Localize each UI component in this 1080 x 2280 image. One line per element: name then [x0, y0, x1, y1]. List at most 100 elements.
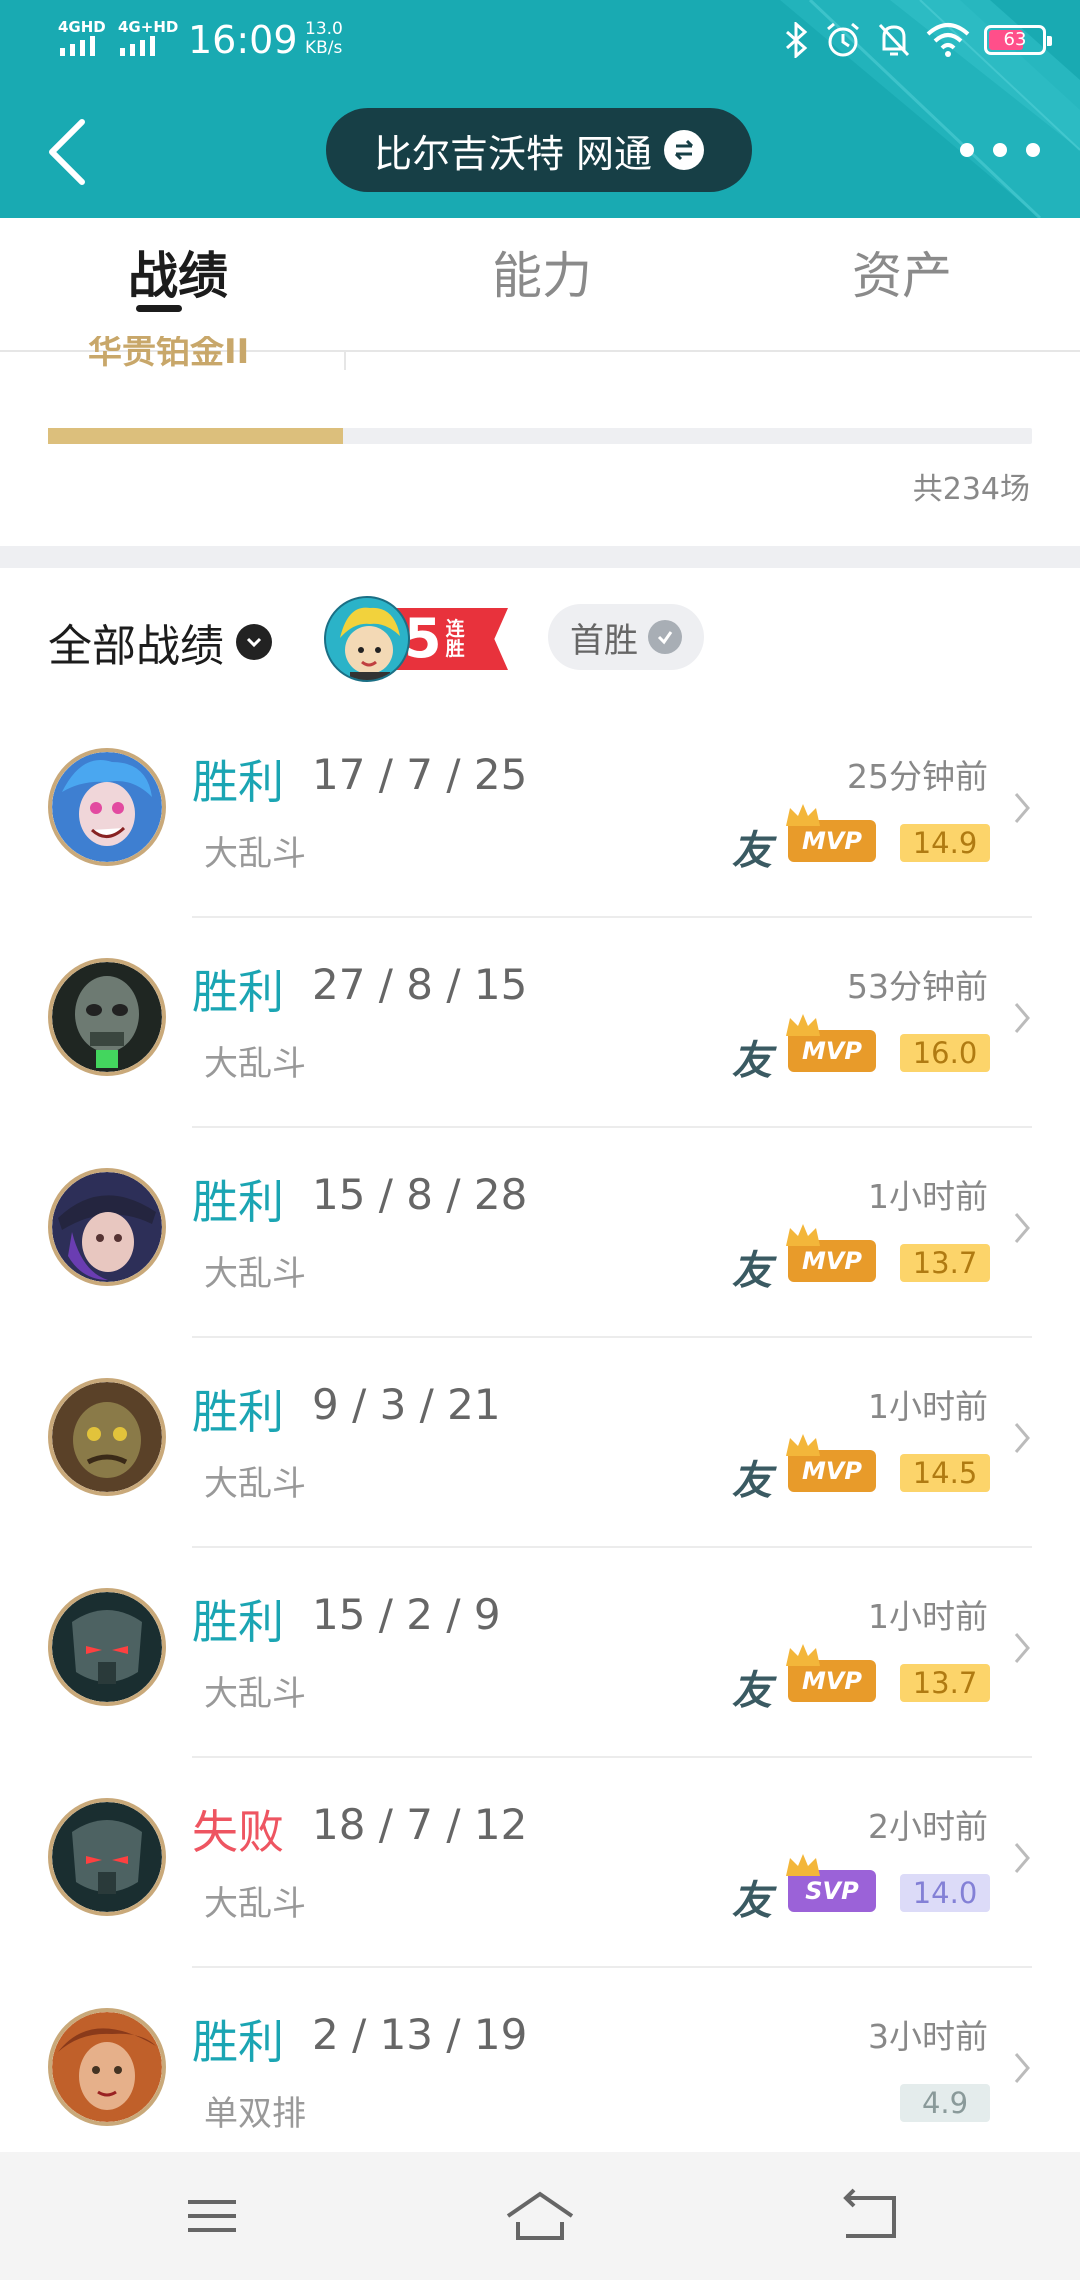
system-nav-bar — [0, 2152, 1080, 2280]
match-row[interactable]: 胜利 15 / 8 / 28 大乱斗 1小时前友 MVP 13.7 — [0, 1128, 1080, 1338]
match-mode: 单双排 — [204, 2094, 306, 2134]
match-kda: 27 / 8 / 15 — [312, 960, 528, 1009]
more-options-button[interactable] — [960, 128, 1040, 172]
crown-icon — [786, 1224, 820, 1246]
bluetooth-icon — [786, 22, 808, 58]
chevron-right-icon — [1014, 1843, 1030, 1873]
home-icon — [506, 2191, 574, 2240]
mvp-badge: MVP — [786, 1014, 876, 1078]
match-row[interactable]: 胜利 15 / 2 / 9 大乱斗 1小时前友 MVP 13.7 — [0, 1548, 1080, 1758]
champion-avatar — [48, 2008, 166, 2126]
crown-icon — [786, 1854, 820, 1876]
mvp-badge: MVP — [786, 1434, 876, 1498]
streak-banner: 5 连胜 — [394, 608, 508, 670]
match-time: 53分钟前 — [847, 967, 988, 1006]
signal-1-label: 4GHD — [58, 18, 106, 36]
match-mode: 大乱斗 — [204, 834, 306, 874]
crown-icon — [786, 804, 820, 826]
back-arrow-icon — [49, 119, 85, 185]
first-win-filter[interactable]: 首胜 — [548, 604, 704, 670]
match-mode: 大乱斗 — [204, 1464, 306, 1504]
match-score: 4.9 — [900, 2084, 990, 2122]
match-time: 2小时前 — [868, 1807, 988, 1846]
back-nav-button[interactable] — [838, 2188, 902, 2244]
match-score: 13.7 — [900, 1244, 990, 1282]
friend-icon: 友 — [732, 1038, 772, 1084]
match-score: 16.0 — [900, 1034, 990, 1072]
chevron-right-icon — [1014, 1213, 1030, 1243]
chevron-right-icon — [1014, 1423, 1030, 1453]
win-streak-badge[interactable]: 5 连胜 — [324, 590, 512, 686]
signal-bars-icon — [60, 36, 95, 56]
match-score: 14.9 — [900, 824, 990, 862]
server-name: 比尔吉沃特 网通 — [373, 131, 653, 176]
chevron-right-icon — [1014, 1003, 1030, 1033]
rank-progress-bar — [48, 428, 1032, 444]
battery-icon: 63 — [984, 25, 1052, 55]
match-list: 胜利 17 / 7 / 25 大乱斗 25分钟前友 MVP 14.9 胜利 27 / 8 / … — [0, 708, 1080, 2178]
menu-button[interactable] — [180, 2188, 244, 2244]
swap-icon — [664, 130, 705, 170]
tab-bar: 战绩 能力 资产 — [0, 218, 1080, 352]
chevron-down-icon — [236, 624, 272, 660]
match-mode: 大乱斗 — [204, 1044, 306, 1084]
mvp-badge: MVP — [786, 1644, 876, 1708]
rank-label: 华贵铂金II — [88, 336, 250, 372]
match-mode: 大乱斗 — [204, 1884, 306, 1924]
match-row[interactable]: 胜利 2 / 13 / 19 单双排 3小时前 4.9 — [0, 1968, 1080, 2178]
champion-avatar — [48, 1588, 166, 1706]
svp-badge: SVP — [786, 1854, 876, 1918]
all-records-dropdown[interactable]: 全部战绩 — [48, 610, 272, 674]
match-row[interactable]: 胜利 27 / 8 / 15 大乱斗 53分钟前友 MVP 16.0 — [0, 918, 1080, 1128]
match-result: 胜利 — [192, 2015, 284, 2069]
match-kda: 15 / 2 / 9 — [312, 1590, 501, 1639]
tab-ability[interactable]: 能力 — [492, 236, 592, 308]
dot-icon — [993, 143, 1007, 157]
friend-icon: 友 — [732, 828, 772, 874]
signal-1: 4GHD — [58, 18, 106, 60]
section-divider — [0, 546, 1080, 568]
match-row[interactable]: 胜利 9 / 3 / 21 大乱斗 1小时前友 MVP 14.5 — [0, 1338, 1080, 1548]
match-time: 1小时前 — [868, 1387, 988, 1426]
match-kda: 15 / 8 / 28 — [312, 1170, 528, 1219]
champion-avatar — [48, 958, 166, 1076]
chevron-right-icon — [1014, 793, 1030, 823]
dot-icon — [960, 143, 974, 157]
speed-value: 13.0 — [305, 19, 343, 39]
wifi-icon — [926, 23, 970, 57]
server-switch-button[interactable]: 比尔吉沃特 网通 — [326, 108, 752, 192]
app-header: 4GHD 4G+HD 16:09 13.0 KB/s 63 比尔吉沃特 网通 — [0, 0, 1080, 218]
tab-assets[interactable]: 资产 — [852, 236, 952, 308]
match-kda: 18 / 7 / 12 — [312, 1800, 528, 1849]
match-row[interactable]: 失败 18 / 7 / 12 大乱斗 2小时前友 SVP 14.0 — [0, 1758, 1080, 1968]
match-result: 胜利 — [192, 755, 284, 809]
check-circle-icon — [648, 620, 682, 654]
tab-active-indicator — [136, 305, 182, 312]
signal-2: 4G+HD — [118, 18, 178, 60]
match-score: 14.0 — [900, 1874, 990, 1912]
match-row[interactable]: 胜利 17 / 7 / 25 大乱斗 25分钟前友 MVP 14.9 — [0, 708, 1080, 918]
signal-2-label: 4G+HD — [118, 18, 179, 36]
champion-avatar — [48, 1798, 166, 1916]
crown-icon — [786, 1434, 820, 1456]
battery-level: 63 — [1003, 29, 1027, 50]
friend-icon: 友 — [732, 1878, 772, 1924]
back-button[interactable] — [40, 112, 100, 192]
tab-record[interactable]: 战绩 — [128, 236, 228, 308]
match-kda: 2 / 13 / 19 — [312, 2010, 528, 2059]
match-time: 1小时前 — [868, 1177, 988, 1216]
home-button[interactable] — [504, 2188, 574, 2244]
match-time: 25分钟前 — [847, 757, 988, 796]
filter-row: 全部战绩 5 连胜 首胜 — [0, 568, 1080, 708]
network-speed: 13.0 KB/s — [305, 20, 343, 58]
status-bar: 4GHD 4G+HD 16:09 13.0 KB/s 63 — [0, 0, 1080, 80]
friend-icon: 友 — [732, 1668, 772, 1714]
rank-progress-fill — [48, 428, 344, 444]
match-score: 14.5 — [900, 1454, 990, 1492]
divider — [344, 350, 346, 370]
streak-champion-icon — [324, 596, 410, 682]
match-mode: 大乱斗 — [204, 1254, 306, 1294]
mvp-badge: MVP — [786, 1224, 876, 1288]
match-kda: 17 / 7 / 25 — [312, 750, 528, 799]
champion-avatar — [48, 1168, 166, 1286]
